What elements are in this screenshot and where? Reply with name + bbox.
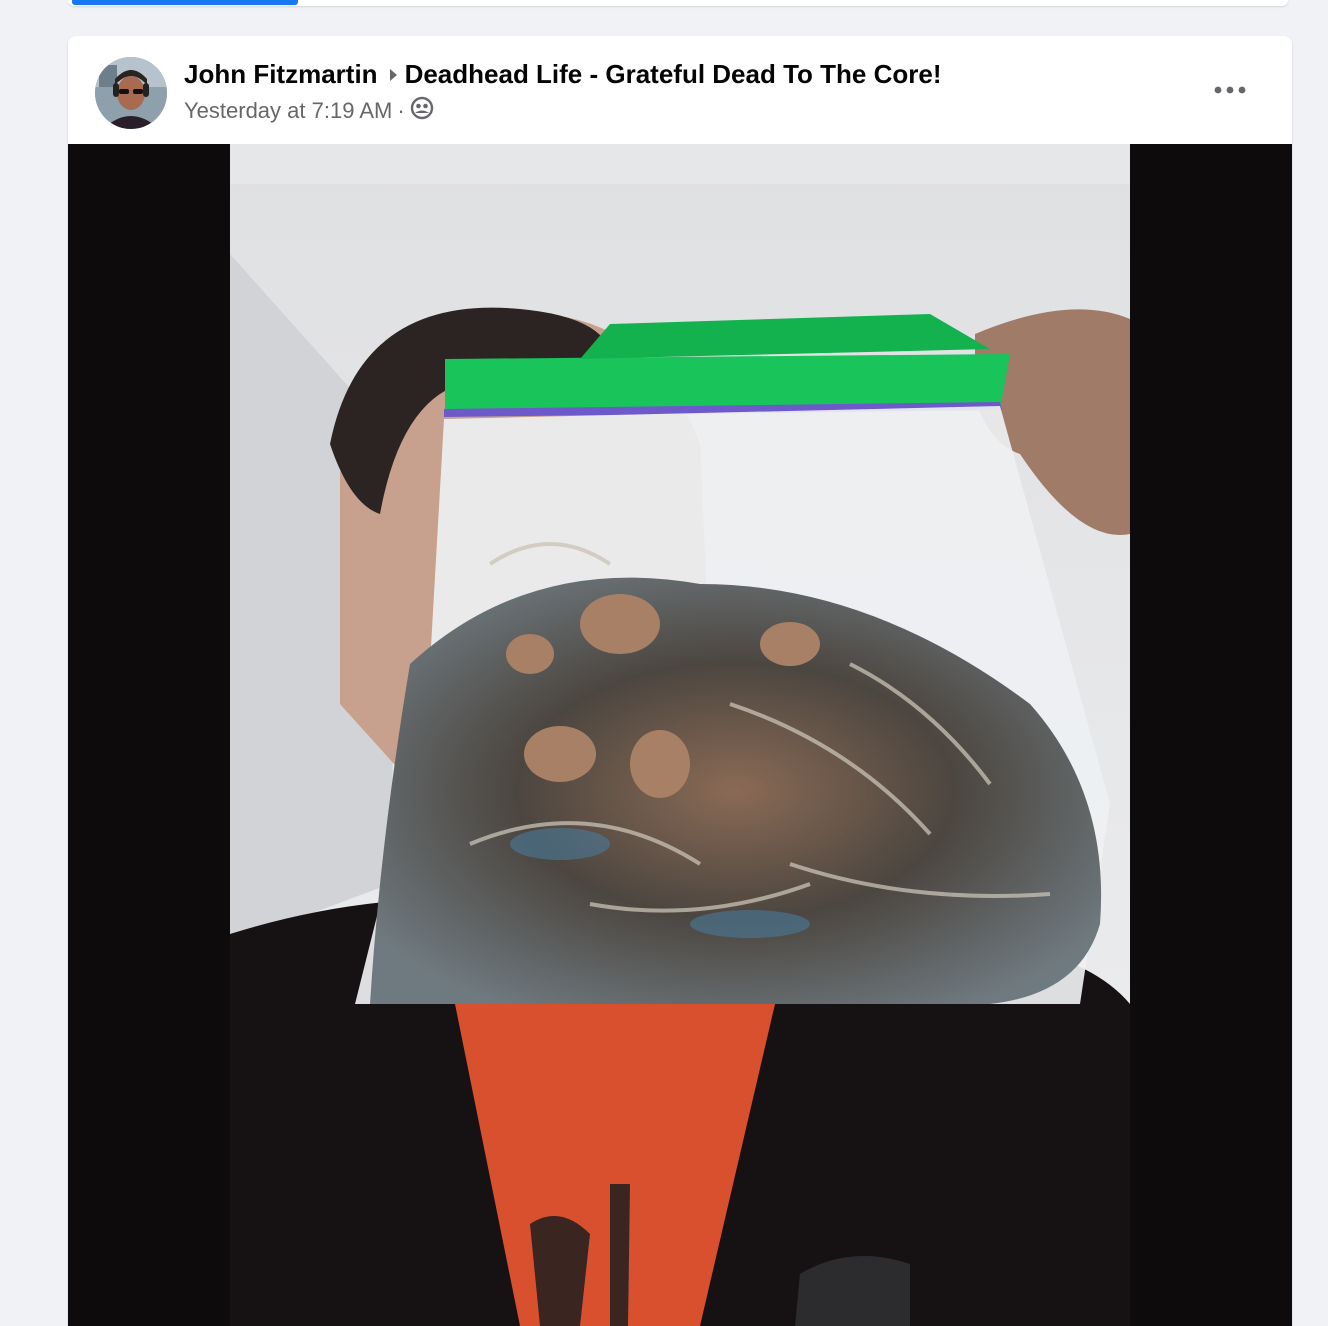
post-card: John Fitzmartin Deadhead Life - Grateful…	[68, 36, 1292, 1326]
post-meta: Yesterday at 7:19 AM ·	[184, 96, 434, 126]
caret-right-icon	[388, 59, 398, 90]
more-options-button[interactable]	[1208, 70, 1252, 110]
active-tab-indicator	[72, 0, 298, 5]
post-header: John Fitzmartin Deadhead Life - Grateful…	[68, 36, 1292, 144]
more-options-icon	[1214, 86, 1246, 94]
post-photo[interactable]	[68, 144, 1292, 1326]
post-title-line: John Fitzmartin Deadhead Life - Grateful…	[184, 56, 942, 92]
avatar-image	[95, 57, 167, 129]
meta-separator: ·	[397, 98, 405, 123]
post-timestamp-link[interactable]: Yesterday at 7:19 AM	[184, 98, 392, 124]
author-name-link[interactable]: John Fitzmartin	[184, 59, 378, 90]
photo-image	[230, 144, 1130, 1326]
group-name-link[interactable]: Deadhead Life - Grateful Dead To The Cor…	[405, 59, 942, 90]
friends-audience-icon[interactable]	[410, 96, 434, 126]
author-avatar[interactable]	[95, 57, 167, 129]
